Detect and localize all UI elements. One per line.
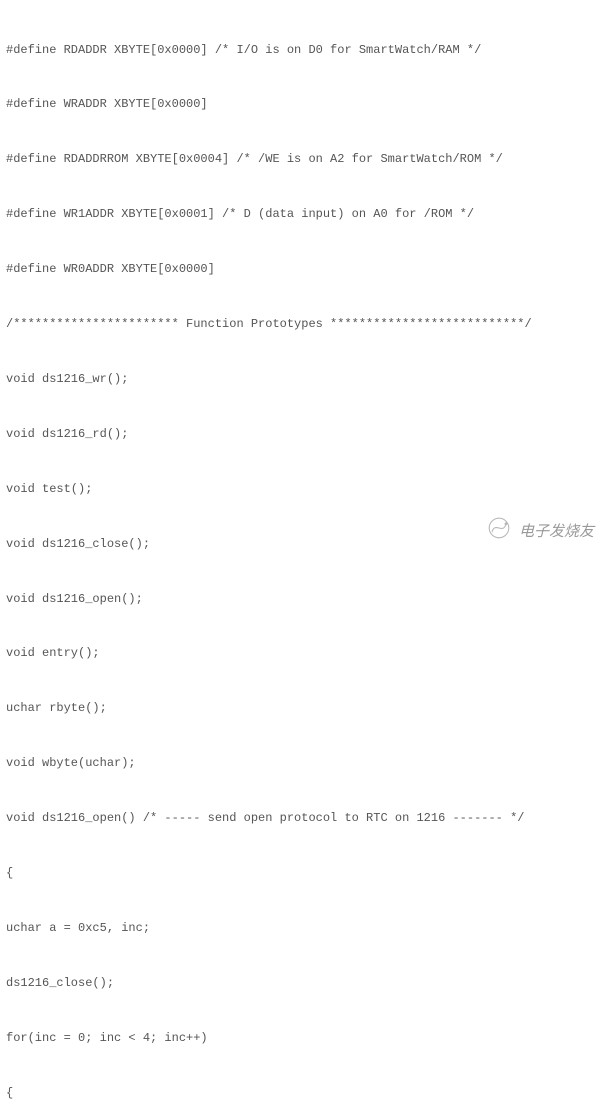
code-line: #define WR1ADDR XBYTE[0x0001] /* D (data…: [6, 205, 596, 223]
code-line: uchar rbyte();: [6, 699, 596, 717]
code-line: void ds1216_rd();: [6, 425, 596, 443]
code-line: #define RDADDRROM XBYTE[0x0004] /* /WE i…: [6, 150, 596, 168]
code-line: ds1216_close();: [6, 974, 596, 992]
code-line: void ds1216_wr();: [6, 370, 596, 388]
code-line: void test();: [6, 480, 596, 498]
code-line: /*********************** Function Protot…: [6, 315, 596, 333]
code-line: void ds1216_open();: [6, 590, 596, 608]
code-line: void ds1216_open() /* ----- send open pr…: [6, 809, 596, 827]
code-block: #define RDADDR XBYTE[0x0000] /* I/O is o…: [0, 0, 602, 1106]
code-line: void entry();: [6, 644, 596, 662]
code-line: void wbyte(uchar);: [6, 754, 596, 772]
code-line: #define WR0ADDR XBYTE[0x0000]: [6, 260, 596, 278]
code-line: for(inc = 0; inc < 4; inc++): [6, 1029, 596, 1047]
code-line: uchar a = 0xc5, inc;: [6, 919, 596, 937]
code-line: {: [6, 1084, 596, 1102]
code-line: {: [6, 864, 596, 882]
code-line: void ds1216_close();: [6, 535, 596, 553]
code-line: #define WRADDR XBYTE[0x0000]: [6, 95, 596, 113]
code-line: #define RDADDR XBYTE[0x0000] /* I/O is o…: [6, 41, 596, 59]
